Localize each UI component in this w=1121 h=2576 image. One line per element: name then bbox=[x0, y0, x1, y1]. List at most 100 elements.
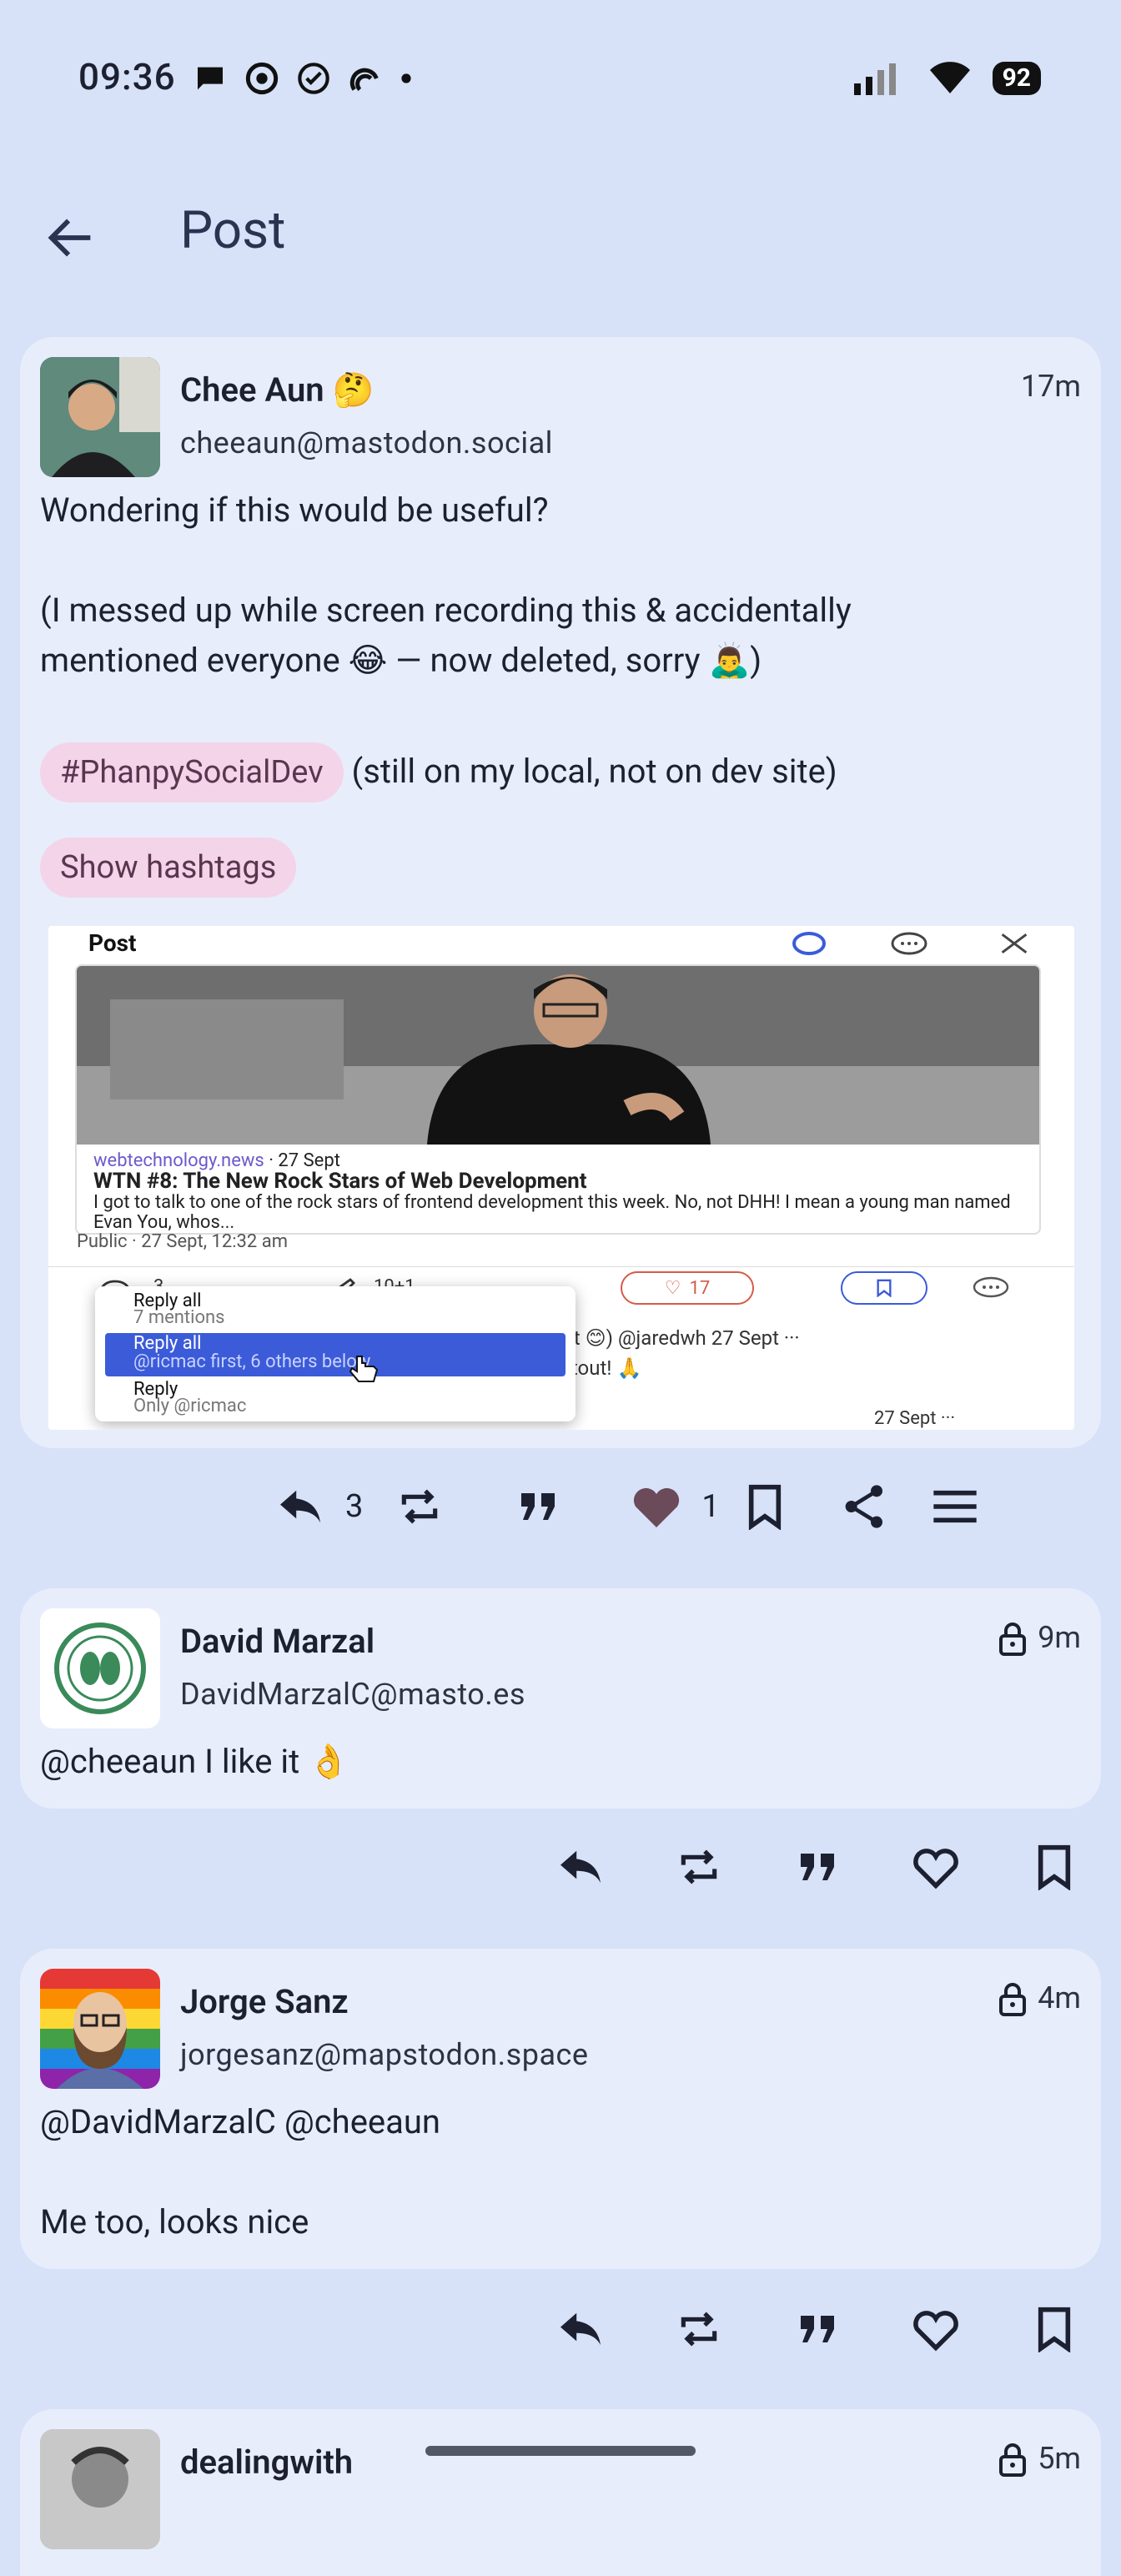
reply-icon bbox=[560, 1850, 601, 1884]
boost-button[interactable] bbox=[393, 1480, 446, 1533]
heart-filled-icon bbox=[634, 1487, 680, 1527]
hashtag-pill[interactable]: #PhanpySocialDev bbox=[40, 742, 344, 802]
post-time-text: 5m bbox=[1038, 2441, 1081, 2476]
stat-likes: ♡ 17 bbox=[621, 1271, 754, 1305]
boost-button[interactable] bbox=[672, 2302, 726, 2356]
post-time[interactable]: 5m bbox=[999, 2441, 1081, 2478]
quote-icon bbox=[801, 2316, 834, 2342]
reply-button[interactable] bbox=[554, 1840, 607, 1894]
chat-bubble-icon bbox=[198, 67, 223, 90]
hamburger-icon bbox=[933, 1490, 977, 1523]
refresh-icon bbox=[792, 932, 826, 955]
post-text-2: (I messed up while screen recording this… bbox=[40, 591, 852, 680]
reply-icon bbox=[280, 1490, 320, 1523]
author-handle[interactable]: jorgesanz@mapstodon.space bbox=[180, 2037, 588, 2072]
heart-outline-icon: ♡ bbox=[664, 1277, 681, 1299]
avatar[interactable] bbox=[40, 1608, 160, 1728]
swirl-icon bbox=[349, 68, 379, 92]
show-hashtags-button[interactable]: Show hashtags bbox=[40, 838, 297, 898]
share-button[interactable] bbox=[838, 1480, 892, 1533]
quote-icon bbox=[521, 1493, 555, 1520]
author-name[interactable]: Chee Aun 🤔 bbox=[180, 370, 374, 410]
notification-icons bbox=[194, 62, 412, 95]
share-icon bbox=[845, 1485, 882, 1528]
lock-icon bbox=[999, 1623, 1027, 1657]
author-name[interactable]: David Marzal bbox=[180, 1622, 375, 1661]
repeat-icon bbox=[402, 1489, 438, 1524]
reply-context-menu: Reply all 7 mentions Reply all @ricmac f… bbox=[95, 1286, 576, 1421]
menu-reply-all-sub: 7 mentions bbox=[133, 1307, 225, 1328]
link-preview: webtechnology.news · 27 Sept WTN #8: The… bbox=[75, 964, 1041, 1235]
media-attachment[interactable]: Post webtechnology.news · 27 Sept WTN #8… bbox=[48, 926, 1074, 1430]
like-button[interactable] bbox=[909, 2302, 963, 2356]
status-right: 92 bbox=[853, 62, 1041, 95]
avatar[interactable] bbox=[40, 357, 160, 477]
post-text: @cheeaun I like it 👌 bbox=[40, 1742, 349, 1781]
quote-button[interactable] bbox=[791, 1840, 844, 1894]
avatar[interactable] bbox=[40, 1969, 160, 2089]
reply-button[interactable] bbox=[274, 1480, 327, 1533]
bookmark-button[interactable] bbox=[1028, 2302, 1081, 2356]
reply-count: 3 bbox=[345, 1488, 364, 1525]
back-arrow-icon[interactable] bbox=[42, 209, 100, 267]
dot-icon bbox=[401, 73, 411, 83]
show-hashtags-wrap: Show hashtags bbox=[40, 838, 297, 898]
chrome-icon bbox=[245, 62, 279, 95]
home-indicator[interactable] bbox=[425, 2446, 696, 2456]
stat-bookmark bbox=[841, 1271, 927, 1305]
author-handle[interactable]: DavidMarzalC@masto.es bbox=[180, 1677, 525, 1712]
reply-icon bbox=[560, 2312, 601, 2346]
main-post-card: Chee Aun 🤔 cheeaun@mastodon.social 17m W… bbox=[20, 337, 1101, 1448]
hand-cursor-icon bbox=[349, 1356, 379, 1382]
post-time[interactable]: 17m bbox=[1021, 369, 1081, 404]
menu-button[interactable] bbox=[928, 1480, 982, 1533]
page-title: Post bbox=[180, 200, 286, 261]
bookmark-icon bbox=[748, 1484, 781, 1530]
menu-item-reply-all-highlighted[interactable]: Reply all @ricmac first, 6 others below bbox=[105, 1333, 566, 1382]
reply-card-3: dealingwith 5m bbox=[20, 2409, 1101, 2576]
lock-icon bbox=[999, 1983, 1027, 2017]
bookmark-icon bbox=[877, 1279, 892, 1297]
author-handle[interactable]: cheeaun@mastodon.social bbox=[180, 425, 553, 460]
link-description: I got to talk to one of the rock stars o… bbox=[93, 1192, 1011, 1233]
menu-item-reply-all[interactable]: Reply all 7 mentions bbox=[133, 1292, 225, 1328]
post-time-text: 4m bbox=[1038, 1980, 1081, 2015]
reply-card-2: Jorge Sanz jorgesanz@mapstodon.space 4m … bbox=[20, 1949, 1101, 2269]
author-name[interactable]: Jorge Sanz bbox=[180, 1982, 349, 2021]
author-name[interactable]: dealingwith bbox=[180, 2443, 353, 2482]
bg-reply-line-1: Net 😊) @jaredwh 27 Sept ··· bbox=[549, 1326, 800, 1350]
bookmark-button[interactable] bbox=[738, 1480, 792, 1533]
wifi-icon bbox=[929, 62, 970, 93]
like-button[interactable] bbox=[909, 1840, 963, 1894]
bookmark-button[interactable] bbox=[1028, 1840, 1081, 1894]
bookmark-icon bbox=[1038, 2307, 1071, 2352]
close-icon bbox=[1001, 933, 1028, 953]
avatar[interactable] bbox=[40, 2429, 160, 2549]
post-time[interactable]: 9m bbox=[999, 1620, 1081, 1657]
heart-outline-icon bbox=[913, 1849, 958, 1889]
repeat-icon bbox=[681, 2312, 717, 2347]
reply-2-actions bbox=[554, 2302, 1081, 2356]
stat-likes-count: 17 bbox=[689, 1277, 711, 1299]
heart-outline-icon bbox=[913, 2311, 958, 2352]
post-text-1: Wondering if this would be useful? bbox=[40, 491, 549, 530]
post-time-text: 9m bbox=[1038, 1620, 1081, 1655]
reply-card-1: David Marzal DavidMarzalC@masto.es 9m @c… bbox=[20, 1588, 1101, 1809]
like-count: 1 bbox=[701, 1488, 720, 1525]
boost-button[interactable] bbox=[672, 1840, 726, 1894]
post-time[interactable]: 4m bbox=[999, 1980, 1081, 2017]
more-horizontal-icon bbox=[973, 1276, 1009, 1298]
hashtag-suffix: (still on my local, not on dev site) bbox=[351, 752, 837, 791]
bookmark-icon bbox=[1038, 1844, 1071, 1890]
quote-button[interactable] bbox=[791, 2302, 844, 2356]
bg-reply-line-3: 27 Sept ··· bbox=[874, 1408, 956, 1429]
hashtag-line: #PhanpySocialDev (still on my local, not… bbox=[40, 742, 837, 802]
stats-divider bbox=[48, 1266, 1074, 1267]
menu-item-reply[interactable]: Reply Only @ricmac bbox=[133, 1381, 246, 1416]
repeat-icon bbox=[681, 1849, 717, 1884]
reply-button[interactable] bbox=[554, 2302, 607, 2356]
post-text: @DavidMarzalC @cheeaun Me too, looks nic… bbox=[40, 2102, 441, 2241]
quote-button[interactable] bbox=[511, 1480, 565, 1533]
lock-icon bbox=[999, 2443, 1027, 2478]
like-button[interactable] bbox=[630, 1480, 683, 1533]
